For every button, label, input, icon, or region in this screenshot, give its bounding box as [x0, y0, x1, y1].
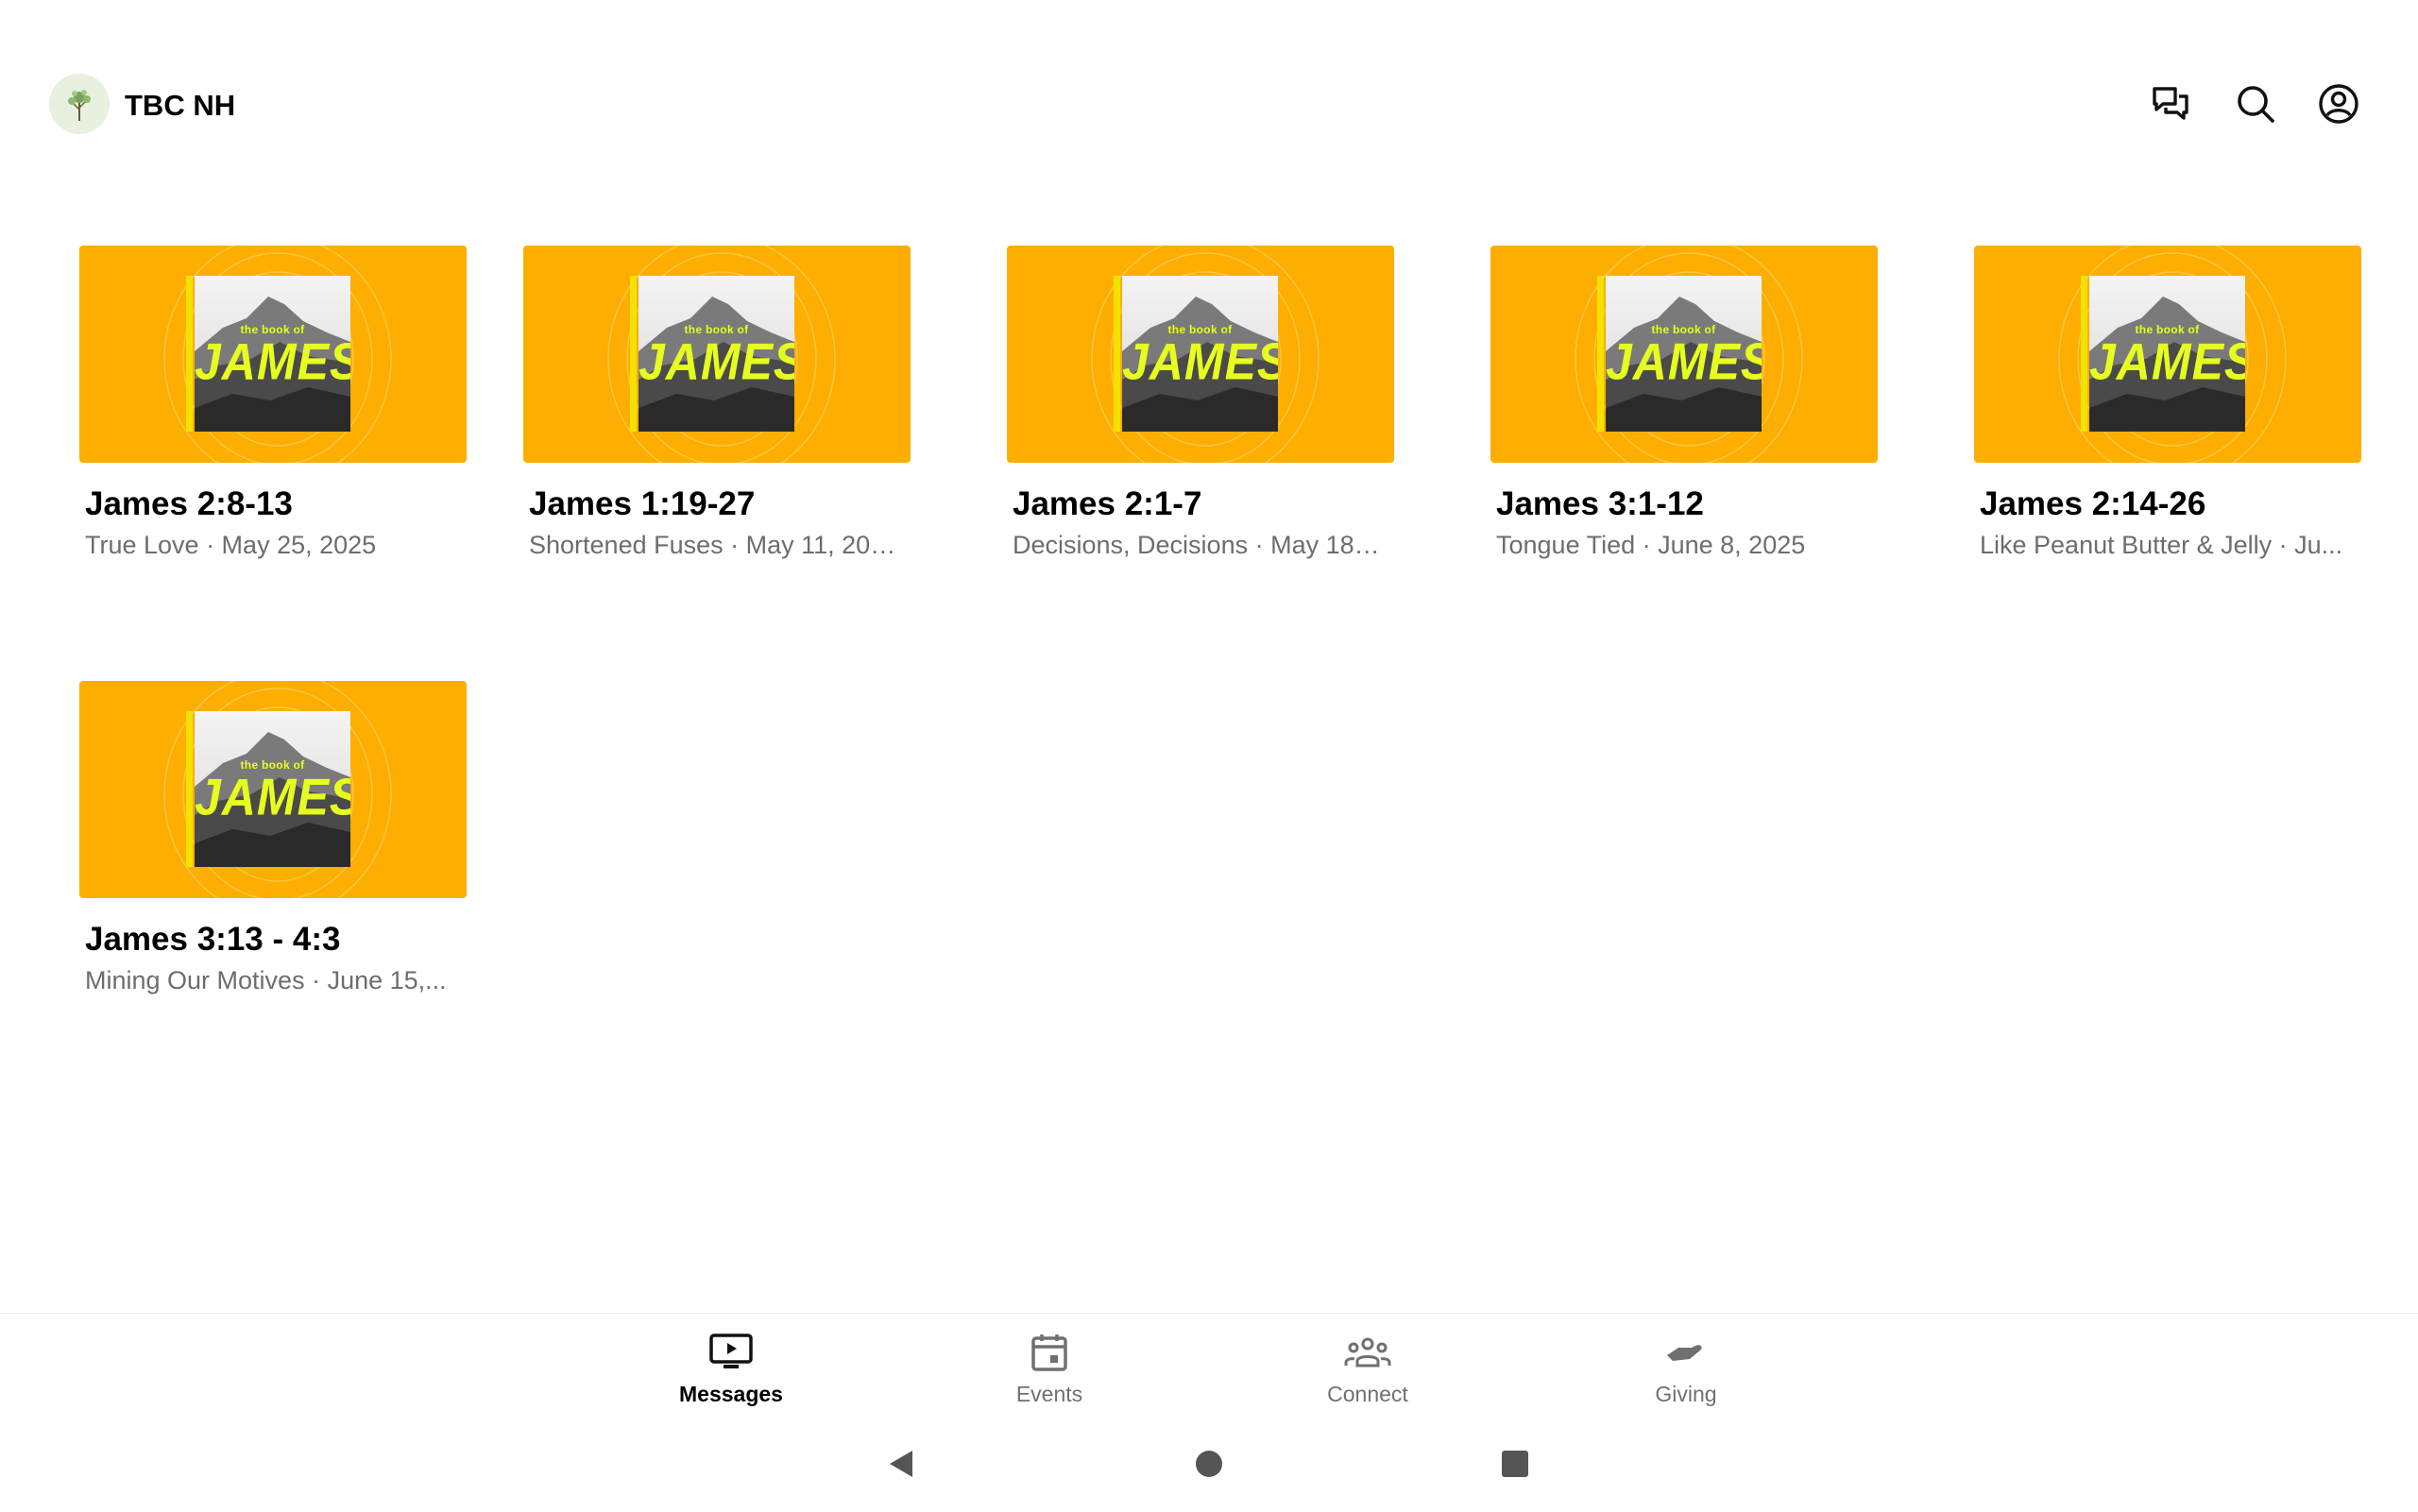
mountain-artwork: the book of JAMES	[1122, 276, 1278, 432]
chat-icon	[2153, 87, 2188, 120]
message-card[interactable]: the book of JAMES James 3:1-12 Tongue Ti…	[1490, 246, 1878, 561]
message-card[interactable]: the book of JAMES James 3:13 - 4:3 Minin…	[79, 681, 467, 996]
hand-icon	[1667, 1345, 1702, 1361]
message-thumbnail: the book of JAMES	[1974, 246, 2361, 463]
mountain-artwork: the book of JAMES	[2089, 276, 2245, 432]
accent-bar	[630, 276, 637, 432]
message-title: James 2:1-7	[1013, 485, 1202, 522]
thumbnail-title: JAMES	[639, 332, 794, 391]
accent-bar	[1597, 276, 1604, 432]
accent-bar	[1114, 276, 1120, 432]
message-thumbnail: the book of JAMES	[79, 246, 467, 463]
nav-messages[interactable]: Messages	[637, 1331, 826, 1425]
message-title: James 2:14-26	[1980, 485, 2206, 522]
mountain-artwork: the book of JAMES	[195, 711, 350, 867]
message-card[interactable]: the book of JAMES James 2:14-26 Like Pea…	[1974, 246, 2361, 561]
message-thumbnail: the book of JAMES	[1490, 246, 1878, 463]
system-back-button[interactable]	[882, 1445, 920, 1483]
message-thumbnail: the book of JAMES	[523, 246, 911, 463]
nav-connect[interactable]: Connect	[1273, 1331, 1462, 1425]
message-subtitle: True Love · May 25, 2025	[85, 531, 377, 559]
system-recents-button[interactable]	[1496, 1445, 1534, 1483]
search-button[interactable]	[2231, 79, 2280, 128]
home-icon	[1196, 1451, 1222, 1477]
chat-button[interactable]	[2146, 79, 2195, 128]
thumbnail-title: JAMES	[1606, 332, 1762, 391]
message-subtitle: Like Peanut Butter & Jelly · Ju...	[1980, 531, 2343, 559]
nav-label: Events	[1015, 1382, 1083, 1406]
nav-label: Connect	[1327, 1382, 1408, 1406]
message-card[interactable]: the book of JAMES James 2:8-13 True Love…	[79, 246, 467, 561]
back-icon	[890, 1451, 912, 1477]
message-card[interactable]: the book of JAMES James 1:19-27 Shortene…	[523, 246, 911, 561]
recents-icon	[1502, 1451, 1528, 1477]
group-icon	[1344, 1337, 1391, 1368]
brand-name: TBC NH	[125, 89, 236, 122]
nav-giving[interactable]: Giving	[1592, 1331, 1780, 1425]
message-title: James 3:13 - 4:3	[85, 921, 341, 958]
thumbnail-title: JAMES	[1122, 332, 1278, 391]
mountain-artwork: the book of JAMES	[1606, 276, 1762, 432]
calendar-icon	[1031, 1334, 1067, 1371]
message-thumbnail: the book of JAMES	[79, 681, 467, 898]
thumbnail-title: JAMES	[195, 332, 350, 391]
accent-bar	[186, 276, 193, 432]
nav-events[interactable]: Events	[955, 1331, 1144, 1425]
accent-bar	[2081, 276, 2087, 432]
account-icon	[2319, 84, 2358, 124]
accent-bar	[186, 711, 193, 867]
thumbnail-title: JAMES	[195, 768, 350, 826]
app-header: TBC NH	[0, 0, 2418, 212]
mountain-artwork: the book of JAMES	[639, 276, 794, 432]
system-home-button[interactable]	[1190, 1445, 1228, 1483]
tree-icon	[68, 90, 91, 121]
account-button[interactable]	[2314, 79, 2363, 128]
message-subtitle: Shortened Fuses · May 11, 2025	[529, 531, 897, 559]
message-title: James 1:19-27	[529, 485, 756, 522]
message-title: James 3:1-12	[1496, 485, 1704, 522]
mountain-artwork: the book of JAMES	[195, 276, 350, 432]
thumbnail-title: JAMES	[2089, 332, 2245, 391]
tv-play-icon	[709, 1334, 753, 1368]
nav-label: Messages	[679, 1382, 783, 1406]
search-icon	[2238, 86, 2274, 123]
message-subtitle: Tongue Tied · June 8, 2025	[1496, 531, 1806, 559]
message-thumbnail: the book of JAMES	[1007, 246, 1394, 463]
nav-label: Giving	[1655, 1382, 1717, 1406]
message-subtitle: Decisions, Decisions · May 18,...	[1013, 531, 1381, 559]
church-logo[interactable]	[49, 74, 110, 134]
message-subtitle: Mining Our Motives · June 15,...	[85, 966, 447, 994]
message-card[interactable]: the book of JAMES James 2:1-7 Decisions,…	[1007, 246, 1394, 561]
message-title: James 2:8-13	[85, 485, 293, 522]
